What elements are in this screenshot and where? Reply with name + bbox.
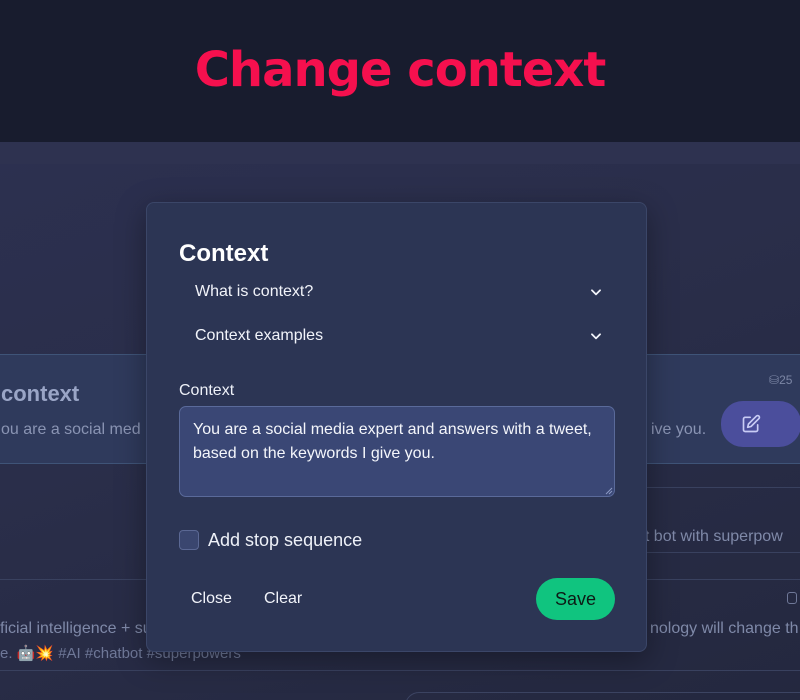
background-strip xyxy=(0,142,800,164)
edit-context-button xyxy=(721,401,800,447)
context-modal: Context What is context? Context example… xyxy=(146,202,647,652)
background-card-text-right: ive you. xyxy=(651,421,707,438)
chevron-down-icon xyxy=(591,333,601,340)
accordion-label: What is context? xyxy=(195,283,314,300)
stop-sequence-label[interactable]: Add stop sequence xyxy=(208,530,362,551)
background-input-field xyxy=(405,692,800,700)
background-card-title: context xyxy=(1,381,80,406)
chevron-down-icon xyxy=(591,289,601,296)
clear-button[interactable]: Clear xyxy=(264,587,302,611)
stop-sequence-checkbox[interactable] xyxy=(179,530,199,550)
background-count-value: 25 xyxy=(779,373,793,387)
edit-icon xyxy=(742,414,761,433)
close-button[interactable]: Close xyxy=(191,587,232,611)
stop-sequence-option[interactable]: Add stop sequence xyxy=(179,529,362,551)
background-response-text-right: nology will change th xyxy=(650,620,799,637)
page-title: Change context xyxy=(194,42,607,98)
context-field-label: Context xyxy=(179,382,235,399)
context-textarea[interactable]: You are a social media expert and answer… xyxy=(179,406,615,497)
save-button[interactable]: Save xyxy=(536,578,615,620)
resize-handle-icon[interactable] xyxy=(605,487,613,495)
background-response-line1: ficial intelligence + su xyxy=(0,620,152,637)
accordion-context-examples[interactable]: Context examples xyxy=(179,316,615,356)
database-icon xyxy=(787,592,797,604)
background-message-text: at bot with superpow xyxy=(636,528,783,545)
accordion-label: Context examples xyxy=(195,327,324,344)
accordion-what-is-context[interactable]: What is context? xyxy=(179,272,615,312)
header-bar: Change context xyxy=(0,0,800,142)
database-icon: ⛁ xyxy=(769,373,780,387)
background-card-text: ou are a social med xyxy=(1,421,141,438)
background-token-count: ⛁25 xyxy=(769,373,792,387)
modal-title: Context xyxy=(179,240,269,267)
